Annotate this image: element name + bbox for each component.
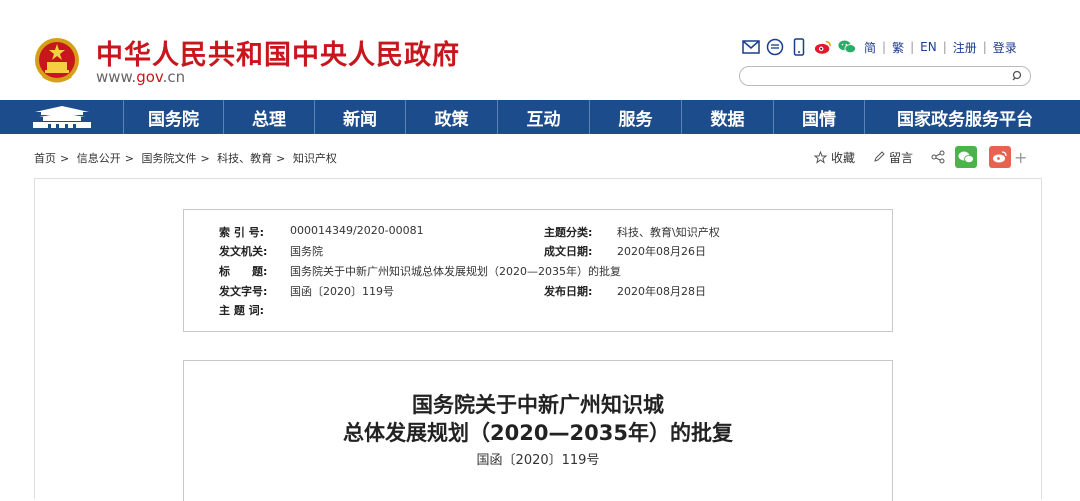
link-english[interactable]: EN [920, 40, 937, 54]
breadcrumb-info-public[interactable]: 信息公开 [77, 152, 121, 165]
doc-number-label: 发文字号: [219, 285, 268, 298]
breadcrumb-separator: > [276, 152, 286, 165]
main-nav: 国务院 总理 新闻 政策 互动 服务 数据 国情 国家政务服务平台 [0, 100, 1080, 134]
favorite-label: 收藏 [831, 150, 856, 165]
breadcrumb-separator: > [200, 152, 210, 165]
nav-item-national-info[interactable]: 国情 [774, 100, 865, 134]
nav-item-services[interactable]: 服务 [590, 100, 682, 134]
title-label: 标 题: [219, 265, 268, 278]
nav-item-data[interactable]: 数据 [682, 100, 774, 134]
url-suffix: .cn [162, 68, 186, 86]
nav-item-news[interactable]: 新闻 [315, 100, 406, 134]
nav-item-gov-service-platform[interactable]: 国家政务服务平台 [865, 100, 1065, 134]
site-url[interactable]: www.gov.cn [96, 68, 185, 86]
search-icon[interactable] [1010, 69, 1024, 83]
article-panel: 国务院关于中新广州知识城 总体发展规划（2020—2035年）的批复 国函〔20… [183, 360, 893, 501]
breadcrumb-separator: > [124, 152, 134, 165]
divider: | [942, 40, 947, 54]
link-register[interactable]: 注册 [953, 39, 977, 56]
national-emblem-icon[interactable] [33, 36, 81, 86]
nav-item-premier[interactable]: 总理 [224, 100, 315, 134]
category-value: 科技、教育\知识产权 [617, 226, 720, 239]
written-date-value: 2020年08月26日 [617, 245, 706, 258]
breadcrumb-sci-edu[interactable]: 科技、教育 [217, 152, 272, 165]
wechat-icon[interactable] [838, 38, 856, 56]
comment-label: 留言 [889, 150, 914, 165]
header-tools: 简 | 繁 | EN | 注册 | 登录 [742, 37, 1017, 57]
keywords-label: 主 题 词: [219, 304, 265, 317]
nav-home[interactable] [0, 100, 124, 134]
site-header: 中华人民共和国中央人民政府 www.gov.cn 简 | 繁 | EN | 注册 | 登… [0, 0, 1080, 100]
index-value: 000014349/2020-00081 [290, 224, 424, 237]
mobile-icon[interactable] [790, 38, 808, 56]
link-traditional[interactable]: 繁 [892, 39, 904, 56]
nav-item-policy[interactable]: 政策 [406, 100, 498, 134]
doc-number-value: 国函〔2020〕119号 [290, 285, 394, 298]
nav-item-interaction[interactable]: 互动 [498, 100, 590, 134]
favorite-button[interactable]: 收藏 [814, 149, 855, 166]
issuer-label: 发文机关: [219, 245, 268, 258]
category-label: 主题分类: [544, 226, 593, 239]
url-domain: gov [136, 68, 163, 86]
comment-button[interactable]: 留言 [873, 149, 913, 166]
url-prefix: www. [96, 68, 137, 86]
language-links: 简 | 繁 | EN | 注册 | 登录 [864, 39, 1017, 56]
divider: | [882, 40, 887, 54]
star-icon [814, 150, 827, 164]
link-login[interactable]: 登录 [993, 39, 1017, 56]
message-icon[interactable] [766, 38, 784, 56]
document-meta-table: 索 引 号: 000014349/2020-00081 主题分类: 科技、教育\… [183, 209, 893, 332]
weibo-icon [993, 151, 1007, 163]
search-box [739, 66, 1031, 87]
wechat-icon [958, 151, 974, 163]
share-bar: 收藏 留言 + [814, 146, 1027, 168]
publish-date-label: 发布日期: [544, 285, 593, 298]
issuer-value: 国务院 [290, 245, 323, 258]
divider: | [982, 40, 987, 54]
written-date-label: 成文日期: [544, 245, 593, 258]
article-title-line1: 国务院关于中新广州知识城 [412, 393, 664, 417]
share-weibo-button[interactable] [989, 146, 1012, 168]
article-doc-number: 国函〔2020〕119号 [476, 453, 600, 468]
tiananmen-icon [32, 106, 91, 128]
share-icon[interactable] [931, 150, 945, 164]
breadcrumb: 首页 > 信息公开 > 国务院文件 > 科技、教育 > 知识产权 [34, 150, 337, 166]
weibo-icon[interactable] [814, 38, 832, 56]
breadcrumb-separator: > [60, 152, 70, 165]
search-input[interactable] [750, 71, 1010, 87]
link-simplified[interactable]: 简 [864, 39, 876, 56]
share-wechat-button[interactable] [955, 146, 978, 168]
breadcrumb-state-council-docs[interactable]: 国务院文件 [141, 152, 196, 165]
pencil-icon [874, 151, 885, 162]
article-title-line2: 总体发展规划（2020—2035年）的批复 [343, 421, 733, 445]
nav-item-state-council[interactable]: 国务院 [124, 100, 224, 134]
title-value: 国务院关于中新广州知识城总体发展规划（2020—2035年）的批复 [290, 265, 621, 278]
breadcrumb-home[interactable]: 首页 [34, 152, 56, 165]
divider: | [910, 40, 915, 54]
breadcrumb-ip[interactable]: 知识产权 [293, 152, 337, 165]
publish-date-value: 2020年08月28日 [617, 285, 706, 298]
site-title[interactable]: 中华人民共和国中央人民政府 [96, 33, 460, 72]
mail-icon[interactable] [742, 38, 760, 56]
index-label: 索 引 号: [219, 226, 265, 239]
more-share-icon[interactable]: + [1014, 148, 1027, 167]
